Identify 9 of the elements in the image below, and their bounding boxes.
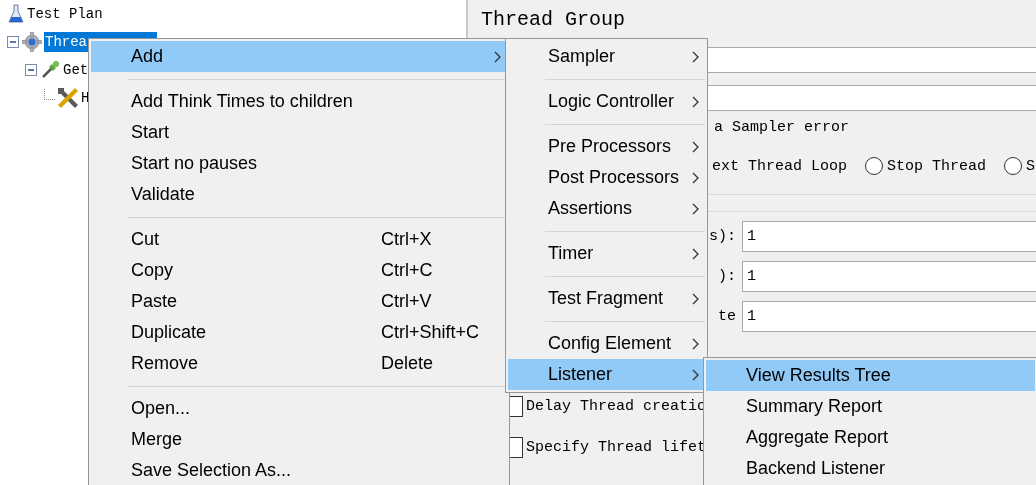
field-label: s): (708, 228, 737, 245)
checkbox-label: Specify Thread lifet (526, 439, 707, 456)
field-label: a Sampler error (714, 119, 851, 138)
radio-label: ext Thread Loop (712, 157, 848, 175)
radio-label: Stop Thread (887, 157, 987, 175)
field-label: te (717, 308, 737, 325)
field-label: ): (717, 268, 737, 285)
panel-title: Thread Group (480, 7, 627, 33)
radio-label: S (1026, 157, 1036, 175)
